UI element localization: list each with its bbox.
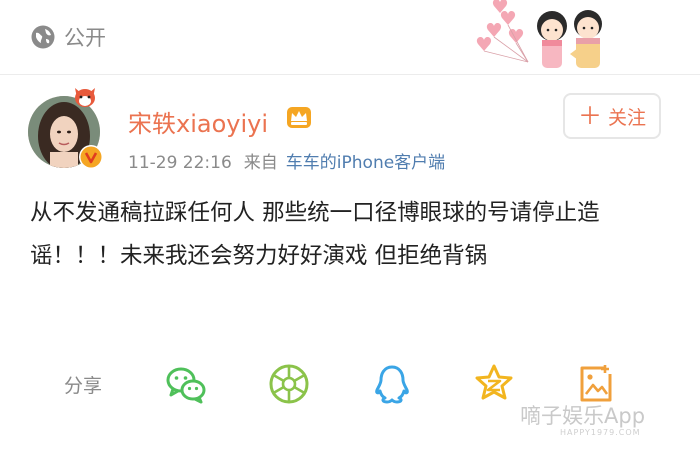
qzone-icon[interactable]	[472, 362, 516, 406]
follow-button[interactable]: ＋ 关注	[563, 93, 661, 139]
avatar-pendant-icon	[75, 88, 95, 107]
wechat-icon[interactable]	[164, 362, 208, 406]
watermark-subtext: HAPPY1979.COM	[560, 428, 641, 437]
qq-icon[interactable]	[370, 362, 414, 406]
plus-icon: ＋	[577, 102, 602, 130]
follow-label: 关注	[607, 106, 646, 129]
post-meta: 11-29 22:16 来自 车车的iPhone客户端	[128, 148, 445, 173]
couple-decoration-icon	[476, 0, 602, 68]
from-label: 来自	[243, 153, 278, 173]
privacy-indicator[interactable]: 公开	[30, 22, 106, 52]
globe-icon	[31, 25, 55, 49]
post-text: 从不发通稿拉踩任何人 那些统一口径博眼球的号请停止造谣！！！未来我还会努力好好演…	[30, 200, 600, 269]
watermark: 嘀子娱乐App HAPPY1979.COM	[520, 400, 696, 442]
top-bar: 公开	[0, 0, 700, 74]
privacy-label: 公开	[64, 26, 106, 50]
post-time: 11-29 22:16	[128, 153, 232, 173]
vip-crown-icon	[287, 107, 311, 128]
source-link[interactable]: 车车的iPhone客户端	[286, 153, 445, 173]
avatar-container[interactable]	[28, 88, 108, 176]
verified-badge-icon	[79, 145, 103, 169]
top-divider	[0, 74, 700, 75]
watermark-text: 嘀子娱乐App	[520, 404, 646, 428]
share-label: 分享	[64, 375, 103, 397]
moments-icon[interactable]	[267, 362, 311, 406]
username[interactable]: 宋轶xiaoyiyi	[128, 104, 268, 139]
